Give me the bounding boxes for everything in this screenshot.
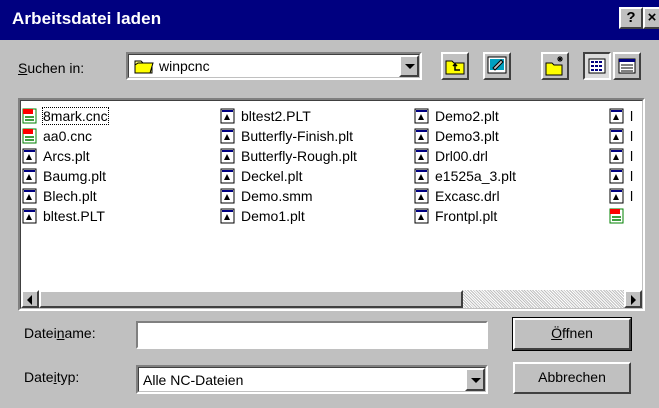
scroll-left-icon <box>27 295 32 305</box>
lookin-label: Suchen in: <box>18 60 85 76</box>
filetype-dropdown[interactable]: Alle NC-Dateien <box>136 365 488 394</box>
close-button[interactable]: × <box>643 7 659 29</box>
plt-file-icon <box>609 188 624 204</box>
plt-file-icon <box>414 148 429 164</box>
file-name: Demo3.plt <box>435 128 499 144</box>
filetype-value: Alle NC-Dateien <box>143 372 244 388</box>
new-folder-icon <box>545 56 563 76</box>
file-name: Deckel.plt <box>241 168 303 184</box>
file-name: Drl00.drl <box>435 148 488 164</box>
scroll-right-button[interactable] <box>624 290 642 308</box>
file-name: l <box>630 168 634 184</box>
plt-file-icon <box>414 188 429 204</box>
cnc-file-icon <box>609 208 624 224</box>
window-title: Arbeitsdatei laden <box>12 9 162 28</box>
file-list-content: 8mark.cnc aa0.cnc Arcs.plt Baumg.plt Blech.p… <box>20 100 643 309</box>
file-name: 8mark.cnc <box>42 107 109 125</box>
file-name: Butterfly-Finish.plt <box>241 128 354 144</box>
plt-file-icon <box>220 168 235 184</box>
plt-file-icon <box>22 148 37 164</box>
file-name: Demo.smm <box>241 188 313 204</box>
file-name: Excasc.drl <box>435 188 500 204</box>
up-folder-icon <box>445 60 465 75</box>
lookin-dropdown[interactable]: winpcnc <box>126 52 422 80</box>
plt-file-icon <box>22 168 37 184</box>
file-name: Frontpl.plt <box>435 208 498 224</box>
file-name: Baumg.plt <box>43 168 107 184</box>
cancel-button[interactable]: Abbrechen <box>513 362 631 394</box>
plt-file-icon <box>414 208 429 224</box>
list-view-icon <box>588 58 606 74</box>
new-folder-button[interactable] <box>541 52 569 80</box>
file-list[interactable]: 8mark.cnc aa0.cnc Arcs.plt Baumg.plt Blech.p… <box>18 98 645 311</box>
file-name: bltest.PLT <box>43 208 105 224</box>
plt-file-icon <box>609 148 624 164</box>
details-view-button[interactable] <box>613 52 641 80</box>
lookin-dropdown-button[interactable] <box>399 55 419 77</box>
file-name: l <box>630 188 634 204</box>
file-name: l <box>630 128 634 144</box>
plt-file-icon <box>220 208 235 224</box>
plt-file-icon <box>220 188 235 204</box>
plt-file-icon <box>220 128 235 144</box>
file-name: Arcs.plt <box>43 148 90 164</box>
filetype-label: Dateityp: <box>24 369 80 385</box>
plt-file-icon <box>414 168 429 184</box>
lookin-value: winpcnc <box>159 58 210 74</box>
plt-file-icon <box>414 128 429 144</box>
open-button[interactable]: Öffnen <box>512 317 632 351</box>
title-bar[interactable]: Arbeitsdatei laden ? × <box>0 0 659 40</box>
plt-file-icon <box>414 108 429 124</box>
file-name: l <box>630 108 634 124</box>
plt-file-icon <box>609 128 624 144</box>
filetype-dropdown-button[interactable] <box>465 368 485 391</box>
cnc-file-icon <box>22 108 37 124</box>
file-name: e1525a_3.plt <box>435 168 516 184</box>
cnc-file-icon <box>22 128 37 144</box>
chevron-down-icon <box>405 64 415 69</box>
scroll-thumb[interactable] <box>39 290 463 308</box>
plt-file-icon <box>22 208 37 224</box>
filename-label: Dateiname: <box>24 325 96 341</box>
list-view-button[interactable] <box>583 52 611 80</box>
desktop-icon <box>487 56 507 74</box>
plt-file-icon <box>609 168 624 184</box>
file-open-dialog: Arbeitsdatei laden ? × Suchen in: winpcn… <box>0 0 659 408</box>
plt-file-icon <box>609 108 624 124</box>
file-name: aa0.cnc <box>43 128 93 144</box>
plt-file-icon <box>220 108 235 124</box>
help-button[interactable]: ? <box>619 7 643 29</box>
up-folder-button[interactable] <box>441 52 469 80</box>
file-name: Demo1.plt <box>241 208 305 224</box>
file-name: bltest2.PLT <box>241 108 311 124</box>
plt-file-icon <box>220 148 235 164</box>
file-name: l <box>630 148 634 164</box>
file-name: Blech.plt <box>43 188 97 204</box>
filename-input[interactable] <box>136 321 488 349</box>
details-view-icon <box>618 58 636 74</box>
file-name: Demo2.plt <box>435 108 499 124</box>
horizontal-scrollbar[interactable] <box>21 290 642 308</box>
folder-icon <box>134 60 154 74</box>
scroll-right-icon <box>631 295 636 305</box>
plt-file-icon <box>22 188 37 204</box>
file-name: Butterfly-Rough.plt <box>241 148 357 164</box>
chevron-down-icon <box>471 377 481 383</box>
scroll-left-button[interactable] <box>21 290 39 308</box>
desktop-button[interactable] <box>483 52 511 80</box>
